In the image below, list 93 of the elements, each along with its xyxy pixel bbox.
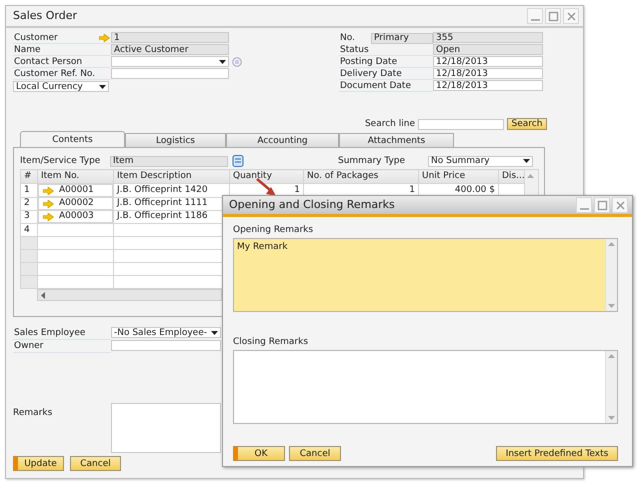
maximize-button[interactable] (594, 197, 610, 213)
minimize-button[interactable] (576, 197, 592, 213)
action-button[interactable]: Insert Predefined Texts (496, 446, 618, 461)
dropdown-arrow-icon[interactable] (99, 84, 106, 88)
text-field[interactable]: 12/18/2013 (433, 80, 543, 91)
column-header[interactable]: # (20, 170, 38, 184)
horizontal-scrollbar[interactable] (37, 289, 222, 301)
dropdown-arrow-icon[interactable] (523, 159, 530, 163)
link-arrow-icon[interactable] (99, 34, 110, 42)
action-button[interactable]: Cancel (70, 456, 121, 471)
column-header[interactable]: Quantity (230, 170, 304, 184)
text-field[interactable]: Item (110, 156, 228, 166)
column-header[interactable]: No. of Packages (304, 170, 418, 184)
remarks-field[interactable] (111, 403, 221, 453)
tab[interactable]: Logistics (125, 133, 226, 147)
table-cell: A00003 (38, 210, 113, 223)
field-label: Customer Ref. No. (14, 68, 96, 80)
window-title: Sales Order (13, 10, 78, 22)
field-label: Contact Person (14, 56, 82, 68)
scroll-up-icon[interactable] (527, 174, 534, 178)
link-arrow-icon[interactable] (43, 200, 54, 208)
field-label: Opening Remarks (233, 224, 314, 236)
column-header[interactable]: Dis... (498, 170, 524, 184)
field-label: No. (340, 32, 355, 44)
scroll-down-icon[interactable] (608, 304, 615, 308)
text-field[interactable]: Active Customer (111, 44, 229, 55)
info-icon[interactable] (232, 57, 242, 67)
close-button[interactable] (563, 8, 579, 24)
minimize-button[interactable] (527, 8, 543, 24)
table-cell: 1 (20, 184, 38, 197)
text-field[interactable] (111, 68, 229, 79)
link-arrow-icon[interactable] (43, 186, 54, 194)
text-field[interactable]: Open (433, 44, 543, 55)
dialog-title: Opening and Closing Remarks (229, 199, 395, 211)
search-button[interactable]: Search (507, 118, 547, 130)
close-icon (614, 200, 626, 210)
field-label: Delivery Date (340, 68, 402, 80)
text-field[interactable] (111, 340, 221, 351)
dropdown-field[interactable]: Local Currency (13, 81, 109, 92)
dropdown-arrow-icon[interactable] (219, 60, 226, 64)
field-label: Remarks (13, 408, 52, 418)
minimize-icon (578, 208, 590, 210)
column-header[interactable]: Item Description (114, 170, 230, 184)
column-header[interactable]: Unit Price (418, 170, 498, 184)
scroll-up-icon[interactable] (608, 354, 615, 358)
search-field[interactable] (418, 118, 504, 130)
tab[interactable]: Contents (20, 131, 125, 147)
text-field[interactable]: 355 (433, 32, 543, 43)
maximize-button[interactable] (545, 8, 561, 24)
field-label: Posting Date (340, 56, 398, 68)
dropdown-arrow-icon[interactable] (211, 330, 218, 334)
maximize-icon (548, 10, 558, 22)
table-cell: A00002 (38, 197, 113, 210)
minimize-icon (530, 19, 540, 21)
action-button[interactable]: Cancel (289, 446, 341, 461)
maximize-icon (596, 200, 608, 210)
table-cell: J.B. Officeprint 1420 (114, 184, 230, 197)
table-cell: 2 (20, 197, 38, 210)
field-label: Name (14, 44, 41, 56)
text-field[interactable]: 1 (111, 32, 229, 43)
text-field[interactable]: 12/18/2013 (433, 56, 543, 67)
text-field[interactable]: 12/18/2013 (433, 68, 543, 79)
dropdown-field[interactable]: No Summary (428, 156, 533, 166)
field-label: Summary Type (338, 155, 406, 167)
link-arrow-icon[interactable] (43, 212, 54, 220)
document-icon[interactable] (232, 155, 244, 167)
tab[interactable]: Accounting (226, 133, 339, 147)
dropdown-field[interactable]: -No Sales Employee- (111, 327, 221, 338)
action-button[interactable]: OK (233, 446, 285, 461)
table-cell: A00001 (38, 184, 113, 197)
table-cell: 3 (20, 210, 38, 224)
text-area[interactable]: My Remark (233, 238, 618, 312)
column-header[interactable]: Item No. (38, 170, 114, 184)
field-label: Item/Service Type (20, 155, 102, 167)
field-label: Closing Remarks (233, 336, 310, 348)
field-label: Search line (364, 118, 415, 130)
tab[interactable]: Attachments (339, 133, 454, 147)
text-area[interactable] (233, 350, 618, 424)
field-label: Status (340, 44, 369, 56)
dropdown-field[interactable] (111, 56, 229, 67)
text-field[interactable]: Primary (371, 32, 433, 44)
scroll-down-icon[interactable] (608, 416, 615, 420)
close-button[interactable] (612, 197, 628, 213)
field-label: Owner (14, 340, 44, 352)
field-label: Document Date (340, 80, 411, 92)
field-label: Customer (14, 32, 58, 44)
close-icon (566, 10, 576, 22)
action-button[interactable]: Update (13, 456, 64, 471)
table-cell: 4 (20, 224, 38, 236)
scroll-up-icon[interactable] (608, 242, 615, 246)
annotation-arrow (256, 178, 278, 198)
scroll-left-icon[interactable] (41, 292, 45, 298)
field-label: Sales Employee (14, 327, 86, 339)
